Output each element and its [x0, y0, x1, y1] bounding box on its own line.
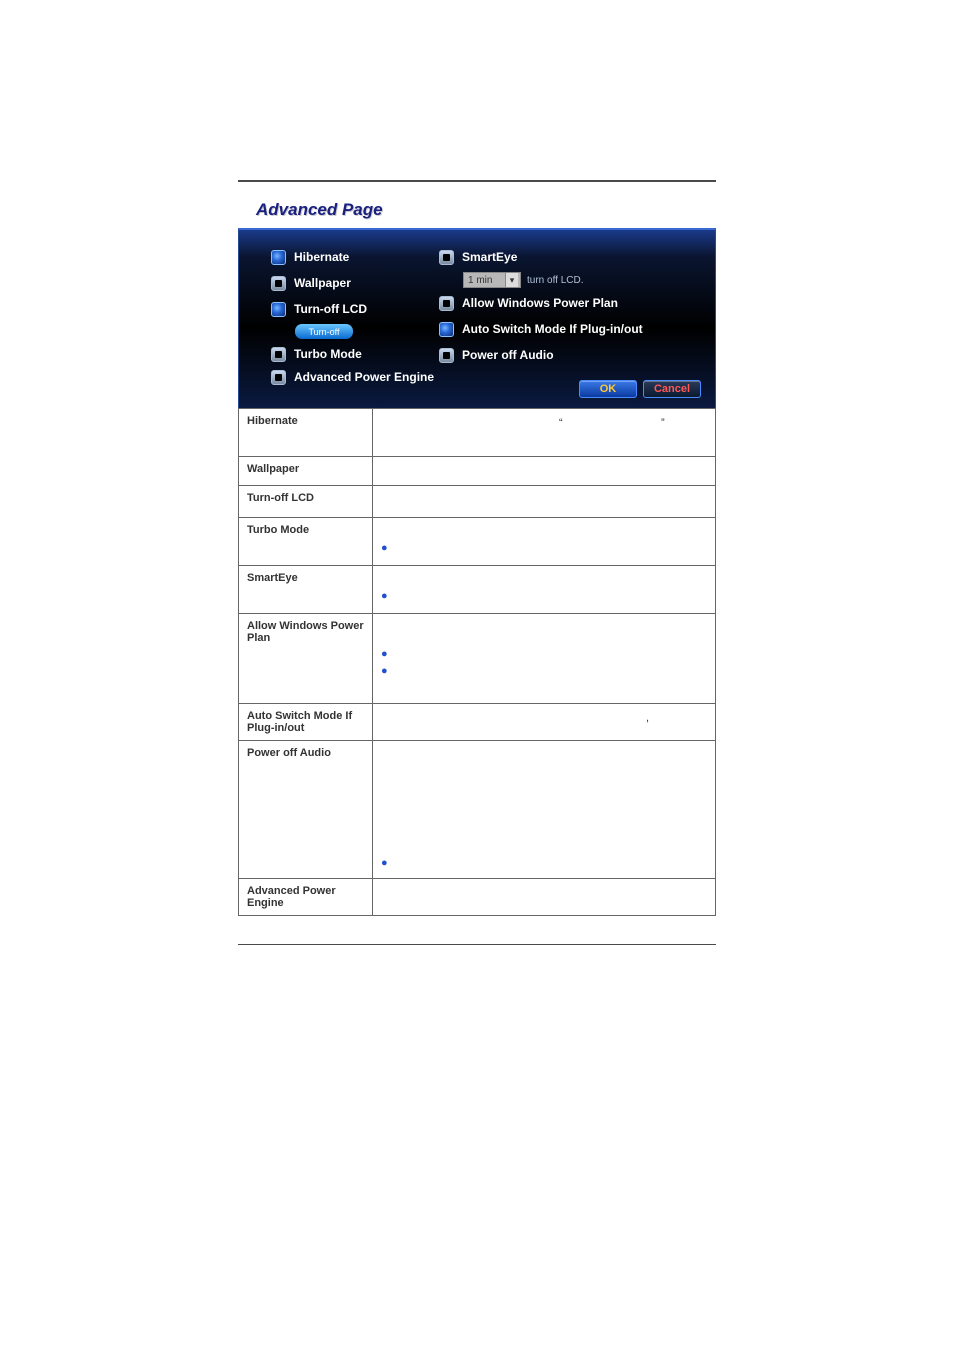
table-row: Allow Windows Power Plan ● ● — [239, 614, 716, 704]
option-turbo-mode[interactable]: Turbo Mode — [271, 345, 367, 363]
option-label: Auto Switch Mode If Plug-in/out — [462, 322, 643, 336]
option-label: Power off Audio — [462, 348, 554, 362]
table-row: Wallpaper — [239, 457, 716, 486]
checkbox-icon[interactable] — [439, 250, 454, 265]
bullet-icon: ● — [381, 665, 388, 677]
lcd-timeout-dropdown[interactable]: 1 min — [463, 272, 521, 288]
option-advanced-power-engine[interactable]: Advanced Power Engine — [271, 368, 434, 386]
option-allow-windows-power-plan[interactable]: Allow Windows Power Plan — [439, 294, 643, 312]
table-row: Hibernate “ ” — [239, 409, 716, 457]
advanced-panel: Hibernate Wallpaper Turn-off LCD Turn-of… — [238, 228, 716, 408]
option-power-off-audio[interactable]: Power off Audio — [439, 346, 643, 364]
section-heading: Advanced Page — [256, 200, 716, 220]
checkbox-icon[interactable] — [271, 370, 286, 385]
checkbox-icon[interactable] — [271, 250, 286, 265]
table-row: Auto Switch Mode If Plug-in/out , — [239, 704, 716, 741]
option-hibernate[interactable]: Hibernate — [271, 248, 367, 266]
option-smarteye[interactable]: SmartEye — [439, 248, 643, 266]
option-turnoff-lcd[interactable]: Turn-off LCD — [271, 300, 367, 318]
bottom-rule — [238, 944, 716, 945]
option-label: Turn-off LCD — [294, 302, 367, 316]
top-rule — [238, 180, 716, 182]
checkbox-icon[interactable] — [271, 276, 286, 291]
checkbox-icon[interactable] — [439, 322, 454, 337]
option-label: Wallpaper — [294, 276, 351, 290]
option-label: SmartEye — [462, 250, 517, 264]
table-row: Advanced Power Engine — [239, 879, 716, 916]
option-label: Hibernate — [294, 250, 349, 264]
checkbox-icon[interactable] — [271, 347, 286, 362]
checkbox-icon[interactable] — [271, 302, 286, 317]
bullet-icon: ● — [381, 857, 388, 869]
dropdown-suffix: turn off LCD. — [527, 275, 584, 286]
option-label: Turbo Mode — [294, 347, 362, 361]
option-wallpaper[interactable]: Wallpaper — [271, 274, 367, 292]
bullet-icon: ● — [381, 542, 388, 554]
settings-table: Hibernate “ ” Wallpaper Turn-off LCD Tur… — [238, 408, 716, 916]
table-row: Power off Audio ● — [239, 741, 716, 879]
table-row: Turbo Mode ● — [239, 518, 716, 566]
bullet-icon: ● — [381, 648, 388, 660]
table-row: Turn-off LCD — [239, 486, 716, 518]
table-row: SmartEye ● — [239, 566, 716, 614]
turnoff-button[interactable]: Turn-off — [295, 324, 353, 339]
option-label: Allow Windows Power Plan — [462, 296, 618, 310]
bullet-icon: ● — [381, 590, 388, 602]
cancel-button[interactable]: Cancel — [643, 380, 701, 398]
ok-button[interactable]: OK — [579, 380, 637, 398]
option-auto-switch-mode[interactable]: Auto Switch Mode If Plug-in/out — [439, 320, 643, 338]
option-label: Advanced Power Engine — [294, 370, 434, 384]
checkbox-icon[interactable] — [439, 348, 454, 363]
checkbox-icon[interactable] — [439, 296, 454, 311]
